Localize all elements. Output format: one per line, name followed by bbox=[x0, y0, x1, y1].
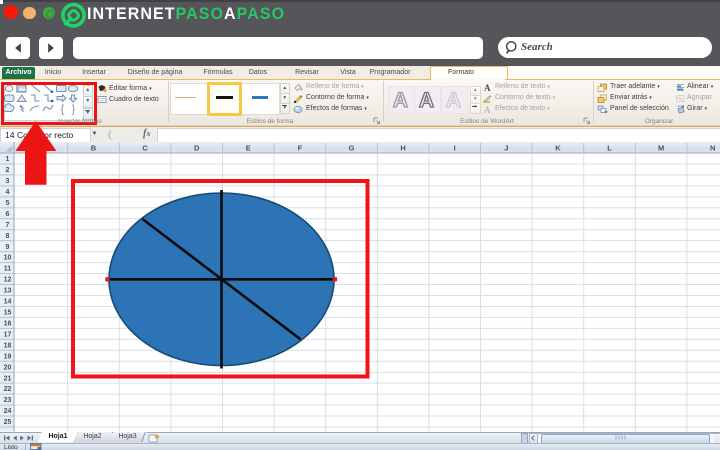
svg-text:G: G bbox=[349, 143, 355, 152]
svg-text:15: 15 bbox=[4, 310, 12, 317]
svg-text:14: 14 bbox=[4, 299, 12, 306]
svg-text:A: A bbox=[484, 83, 491, 92]
svg-text:20: 20 bbox=[4, 364, 12, 371]
svg-text:17: 17 bbox=[4, 331, 12, 338]
svg-text:11: 11 bbox=[4, 266, 12, 273]
svg-text:3: 3 bbox=[6, 178, 10, 185]
svg-text:L: L bbox=[607, 143, 612, 152]
svg-text:H: H bbox=[400, 143, 405, 152]
svg-text:J: J bbox=[504, 143, 508, 152]
svg-text:16: 16 bbox=[4, 320, 12, 327]
svg-text:F: F bbox=[298, 143, 303, 152]
svg-text:A: A bbox=[418, 89, 433, 112]
svg-text:A: A bbox=[392, 89, 407, 112]
svg-text:12: 12 bbox=[4, 277, 12, 284]
svg-text:M: M bbox=[658, 143, 664, 152]
svg-text:1: 1 bbox=[6, 156, 10, 163]
svg-text:A: A bbox=[484, 105, 491, 114]
svg-text:D: D bbox=[194, 143, 200, 152]
svg-text:K: K bbox=[555, 143, 561, 152]
svg-text:2: 2 bbox=[6, 167, 10, 174]
svg-text:19: 19 bbox=[4, 353, 12, 360]
svg-text:4: 4 bbox=[6, 189, 10, 196]
svg-text:B: B bbox=[91, 143, 97, 152]
svg-text:10: 10 bbox=[4, 255, 12, 262]
svg-text:6: 6 bbox=[6, 211, 10, 218]
svg-text:9: 9 bbox=[6, 244, 10, 251]
svg-text:E: E bbox=[246, 143, 251, 152]
svg-text:22: 22 bbox=[4, 386, 12, 393]
svg-text:18: 18 bbox=[4, 342, 12, 349]
svg-text:N: N bbox=[710, 143, 715, 152]
svg-text:A: A bbox=[445, 89, 460, 112]
svg-text:13: 13 bbox=[4, 288, 12, 295]
svg-text:25: 25 bbox=[4, 419, 12, 426]
svg-text:7: 7 bbox=[6, 222, 10, 229]
svg-text:8: 8 bbox=[6, 233, 10, 240]
svg-text:I: I bbox=[454, 143, 456, 152]
svg-text:24: 24 bbox=[4, 408, 12, 415]
svg-text:5: 5 bbox=[6, 200, 10, 207]
svg-text:C: C bbox=[142, 143, 148, 152]
svg-text:23: 23 bbox=[4, 397, 12, 404]
svg-text:21: 21 bbox=[4, 375, 12, 382]
